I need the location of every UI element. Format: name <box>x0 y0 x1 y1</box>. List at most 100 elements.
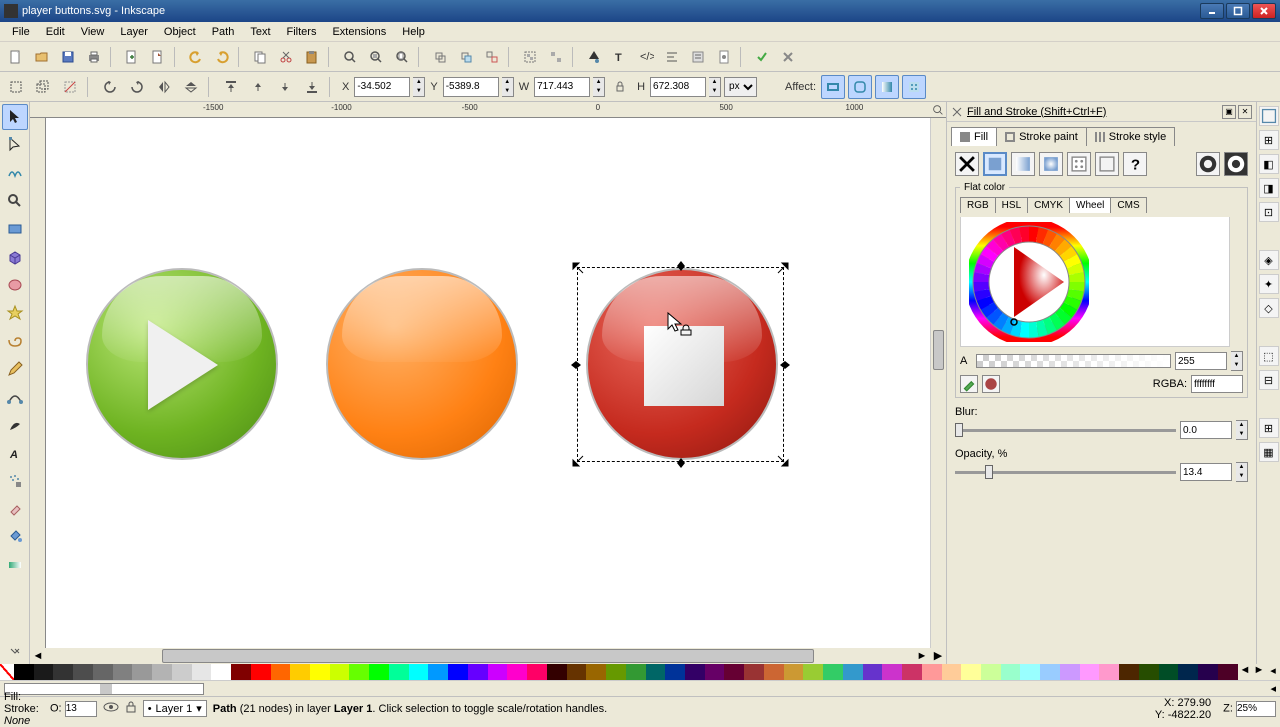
palette-swatch[interactable] <box>863 664 883 680</box>
dock-btn-11[interactable]: ⊞ <box>1259 418 1279 438</box>
palette-swatch[interactable] <box>626 664 646 680</box>
minimize-button[interactable] <box>1200 3 1224 19</box>
cms-toggle-button[interactable] <box>982 375 1000 393</box>
palette-swatch[interactable] <box>231 664 251 680</box>
export-button[interactable] <box>146 45 170 69</box>
palette-swatch[interactable] <box>882 664 902 680</box>
colortab-cms[interactable]: CMS <box>1110 197 1146 213</box>
star-tool[interactable] <box>2 300 28 326</box>
palette-swatch[interactable] <box>34 664 54 680</box>
gradient-tool[interactable] <box>2 552 28 578</box>
palette-swatch[interactable] <box>271 664 291 680</box>
unlink-clone-button[interactable] <box>480 45 504 69</box>
palette-swatch[interactable] <box>567 664 587 680</box>
box3d-tool[interactable] <box>2 244 28 270</box>
palette-swatch[interactable] <box>369 664 389 680</box>
vertical-scrollbar[interactable] <box>930 118 946 648</box>
bezier-tool[interactable] <box>2 384 28 410</box>
panel-close-button[interactable]: ✕ <box>1238 105 1252 119</box>
palette-nocolor[interactable] <box>0 664 14 680</box>
palette-swatch[interactable] <box>349 664 369 680</box>
palette-swatch[interactable] <box>606 664 626 680</box>
w-input[interactable] <box>534 77 590 97</box>
paintbucket-tool[interactable] <box>2 524 28 550</box>
unknown-paint-button[interactable]: ? <box>1123 152 1147 176</box>
palette-menu[interactable]: ◂ <box>1266 664 1280 680</box>
rotate-cw-button[interactable] <box>125 75 149 99</box>
ellipse-tool[interactable] <box>2 272 28 298</box>
spray-tool[interactable] <box>2 468 28 494</box>
linear-gradient-button[interactable] <box>1011 152 1035 176</box>
palette-swatch[interactable] <box>981 664 1001 680</box>
colortab-rgb[interactable]: RGB <box>960 197 996 213</box>
palette-swatch[interactable] <box>211 664 231 680</box>
palette-swatch[interactable] <box>251 664 271 680</box>
palette-swatch[interactable] <box>961 664 981 680</box>
fill-rule-nonzero-button[interactable] <box>1224 152 1248 176</box>
radial-gradient-button[interactable] <box>1039 152 1063 176</box>
palette-swatch[interactable] <box>310 664 330 680</box>
colortab-hsl[interactable]: HSL <box>995 197 1028 213</box>
spiral-tool[interactable] <box>2 328 28 354</box>
affect-stroke-button[interactable] <box>821 75 845 99</box>
palette-scroll-right[interactable]: ► <box>1252 664 1266 680</box>
menu-file[interactable]: File <box>4 24 38 40</box>
x-input[interactable] <box>354 77 410 97</box>
select-all-layers-button[interactable] <box>31 75 55 99</box>
palette-swatch[interactable] <box>764 664 784 680</box>
undo-button[interactable] <box>184 45 208 69</box>
palette-scroll-left[interactable]: ◄ <box>1238 664 1252 680</box>
dock-btn-3[interactable]: ◧ <box>1259 154 1279 174</box>
palette-swatch[interactable] <box>93 664 113 680</box>
pattern-button[interactable] <box>1067 152 1091 176</box>
redo-button[interactable] <box>210 45 234 69</box>
zoom-page-button[interactable] <box>390 45 414 69</box>
palette-swatch[interactable] <box>290 664 310 680</box>
handle-se-icon[interactable] <box>777 455 789 467</box>
panel-detach-button[interactable]: ▣ <box>1222 105 1236 119</box>
fill-stroke-button[interactable] <box>582 45 606 69</box>
palette-swatch[interactable] <box>330 664 350 680</box>
palette-swatch[interactable] <box>1060 664 1080 680</box>
affect-corners-button[interactable] <box>848 75 872 99</box>
flip-h-button[interactable] <box>152 75 176 99</box>
zoom-drawing-button[interactable] <box>364 45 388 69</box>
menu-path[interactable]: Path <box>204 24 243 40</box>
handle-w-icon[interactable] <box>570 359 582 371</box>
raise-button[interactable] <box>246 75 270 99</box>
flip-v-button[interactable] <box>179 75 203 99</box>
save-button[interactable] <box>56 45 80 69</box>
palette-swatch[interactable] <box>1198 664 1218 680</box>
palette-swatch[interactable] <box>1080 664 1100 680</box>
w-spinner[interactable]: ▲▼ <box>593 77 605 97</box>
scroll-end-icon[interactable]: ◂ <box>1270 682 1276 695</box>
handle-sw-icon[interactable] <box>572 455 584 467</box>
dock-btn-10[interactable]: ⊟ <box>1259 370 1279 390</box>
copy-button[interactable] <box>248 45 272 69</box>
play-button-shape[interactable] <box>86 268 278 460</box>
visibility-icon[interactable] <box>103 701 119 716</box>
new-file-button[interactable] <box>4 45 28 69</box>
affect-pattern-button[interactable] <box>902 75 926 99</box>
palette-swatch[interactable] <box>1020 664 1040 680</box>
preferences-button[interactable] <box>686 45 710 69</box>
expand-toolbox-button[interactable] <box>2 638 28 664</box>
flat-color-button[interactable] <box>983 152 1007 176</box>
opacity-input[interactable] <box>1180 463 1232 481</box>
duplicate-button[interactable] <box>428 45 452 69</box>
colortab-wheel[interactable]: Wheel <box>1069 197 1111 213</box>
palette-swatch[interactable] <box>113 664 133 680</box>
layer-selector[interactable]: •Layer 1▾ <box>143 700 207 717</box>
paste-button[interactable] <box>300 45 324 69</box>
rect-tool[interactable] <box>2 216 28 242</box>
rgba-input[interactable] <box>1191 375 1243 393</box>
menu-filters[interactable]: Filters <box>279 24 325 40</box>
raise-top-button[interactable] <box>219 75 243 99</box>
cancel-button[interactable] <box>776 45 800 69</box>
palette-swatch[interactable] <box>14 664 34 680</box>
dock-btn-9[interactable]: ⬚ <box>1259 346 1279 366</box>
xml-editor-button[interactable]: </> <box>634 45 658 69</box>
menu-text[interactable]: Text <box>242 24 278 40</box>
dock-btn-8[interactable]: ◇ <box>1259 298 1279 318</box>
menu-layer[interactable]: Layer <box>112 24 156 40</box>
